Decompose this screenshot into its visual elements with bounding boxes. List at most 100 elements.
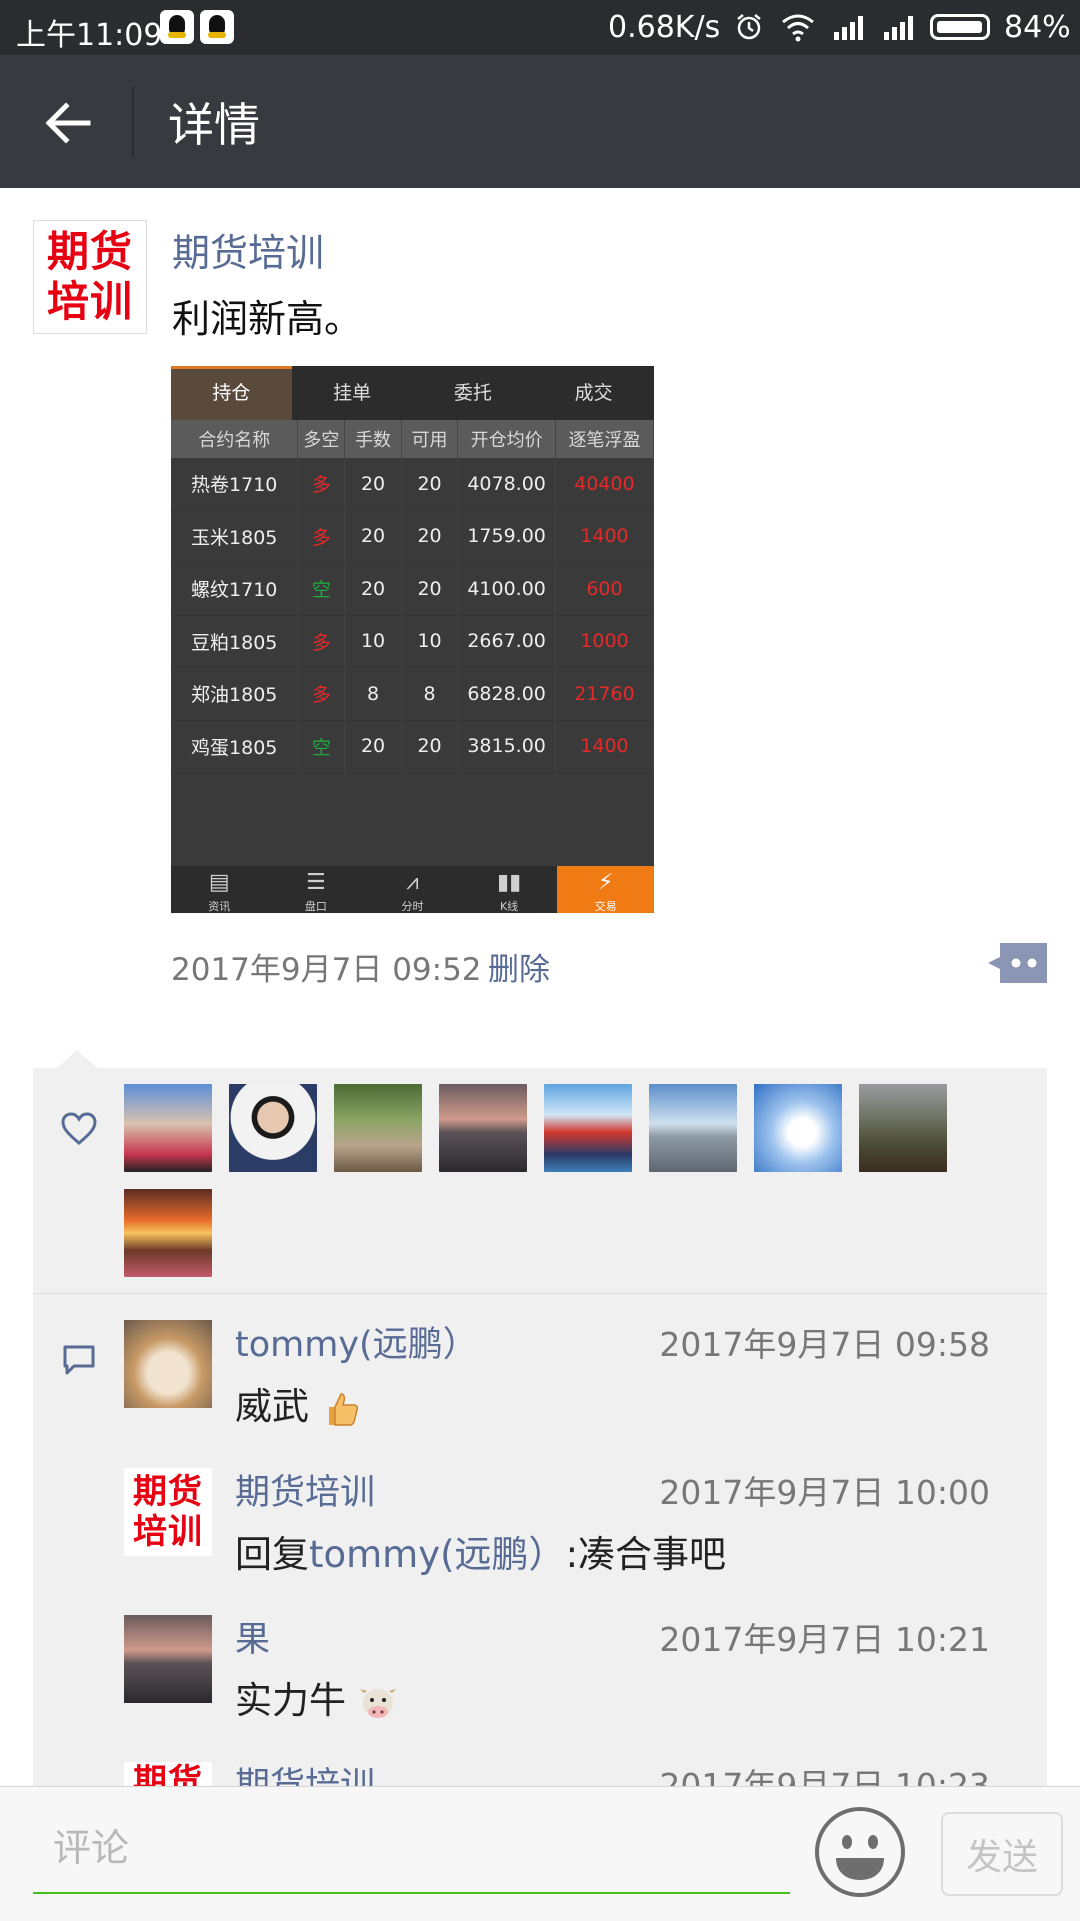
commenter-name[interactable]: 期货培训 bbox=[235, 1757, 375, 1786]
qq-icon bbox=[160, 10, 194, 44]
reply-to-name[interactable]: tommy(远鹏） bbox=[309, 1533, 566, 1576]
comment-text: 回复tommy(远鹏）:凑合事吧 bbox=[235, 1533, 727, 1576]
commenter-avatar[interactable] bbox=[124, 1320, 212, 1408]
position-qty: 8 bbox=[344, 667, 402, 721]
position-available: 20 bbox=[401, 562, 459, 616]
comment-time: 2017年9月7日 10:00 bbox=[659, 1473, 990, 1512]
position-available: 20 bbox=[401, 720, 459, 773]
cow-face-icon bbox=[359, 1688, 396, 1718]
image-tab: 委托 bbox=[453, 382, 492, 404]
position-direction: 多 bbox=[297, 615, 346, 668]
table-header-row: 合约名称 多空 手数 可用 开仓均价 逐笔浮盈 bbox=[171, 420, 654, 458]
position-qty: 20 bbox=[344, 510, 402, 563]
comment-text: 威武 bbox=[235, 1376, 361, 1430]
comment-time: 2017年9月7日 10:23 bbox=[659, 1766, 990, 1786]
image-tab: 成交 bbox=[574, 382, 613, 404]
floating-pnl: 600 bbox=[555, 562, 654, 616]
position-available: 20 bbox=[401, 510, 459, 563]
open-price: 3815.00 bbox=[457, 720, 556, 773]
liker-avatar[interactable] bbox=[649, 1084, 737, 1172]
post-author-name[interactable]: 期货培训 bbox=[172, 222, 324, 277]
commenter-avatar[interactable]: 期货 bbox=[124, 1762, 212, 1786]
signal-icon bbox=[834, 16, 863, 40]
position-row: 郑油1805 多 8 8 6828.00 21760 bbox=[171, 667, 654, 721]
open-price: 1759.00 bbox=[457, 510, 556, 563]
status-time: 上午11:09 bbox=[16, 18, 163, 53]
liker-avatar[interactable] bbox=[859, 1084, 947, 1172]
image-nav-item: ▮▮ K线 bbox=[461, 866, 558, 913]
position-qty: 10 bbox=[344, 615, 402, 668]
kline-icon: ▮▮ bbox=[496, 870, 522, 895]
contract-name: 豆粕1805 bbox=[171, 615, 299, 668]
contract-name: 螺纹1710 bbox=[171, 562, 299, 616]
liker-avatar[interactable] bbox=[754, 1084, 842, 1172]
commenter-name[interactable]: tommy(远鹏） bbox=[235, 1316, 478, 1367]
position-row: 豆粕1805 多 10 10 2667.00 1000 bbox=[171, 615, 654, 668]
floating-pnl: 1400 bbox=[555, 510, 654, 563]
timeshare-icon: ⩘ bbox=[406, 870, 419, 895]
open-price: 6828.00 bbox=[457, 667, 556, 721]
liker-avatar[interactable] bbox=[544, 1084, 632, 1172]
image-tab: 持仓 bbox=[171, 366, 292, 420]
position-row: 鸡蛋1805 空 20 20 3815.00 1400 bbox=[171, 720, 654, 773]
position-row: 螺纹1710 空 20 20 4100.00 600 bbox=[171, 562, 654, 616]
news-icon: ▤ bbox=[208, 870, 230, 895]
comment-text: 实力牛 bbox=[235, 1670, 398, 1724]
contract-name: 热卷1710 bbox=[171, 458, 299, 511]
contract-name: 郑油1805 bbox=[171, 667, 299, 721]
image-bottom-nav: ▤ 资讯 ☰ 盘口 ⩘ 分时 ▮▮ K线 ⚡ 交易 bbox=[171, 866, 654, 913]
comment-icon bbox=[63, 1345, 95, 1375]
image-nav-item: ▤ 资讯 bbox=[171, 866, 268, 913]
liker-avatar[interactable] bbox=[124, 1189, 212, 1277]
comment-menu-icon[interactable] bbox=[988, 943, 1047, 983]
table-body: 热卷1710 多 20 20 4078.00 40400 玉米1805 多 20 20 1759.0… bbox=[171, 458, 654, 773]
position-direction: 空 bbox=[297, 562, 346, 616]
post-text: 利润新高。 bbox=[172, 297, 363, 341]
comment-input[interactable] bbox=[33, 1804, 790, 1894]
arrow-left-icon[interactable] bbox=[40, 95, 96, 151]
commenter-avatar[interactable] bbox=[124, 1615, 212, 1703]
col-header: 多空 bbox=[297, 420, 346, 458]
send-button[interactable]: 发送 bbox=[941, 1812, 1063, 1896]
post-timestamp: 2017年9月7日 09:52 bbox=[171, 952, 482, 988]
heart-icon bbox=[61, 1112, 97, 1145]
emoji-icon[interactable] bbox=[814, 1806, 906, 1898]
image-tab: 挂单 bbox=[333, 382, 372, 404]
delete-link[interactable]: 删除 bbox=[488, 944, 550, 989]
floating-pnl: 21760 bbox=[555, 667, 654, 721]
col-header: 手数 bbox=[344, 420, 402, 458]
orderbook-icon: ☰ bbox=[306, 870, 326, 895]
contract-name: 玉米1805 bbox=[171, 510, 299, 563]
col-header: 可用 bbox=[401, 420, 459, 458]
status-bar: 上午11:09 0.68K/s 84% bbox=[0, 0, 1080, 55]
commenter-name[interactable]: 果 bbox=[235, 1611, 270, 1662]
liker-avatar[interactable] bbox=[334, 1084, 422, 1172]
lightning-icon: ⚡ bbox=[597, 870, 614, 895]
battery-percent: 84% bbox=[1004, 10, 1071, 45]
position-direction: 多 bbox=[297, 510, 346, 563]
alarm-icon bbox=[737, 14, 761, 40]
position-available: 10 bbox=[401, 615, 459, 668]
positions-table: 合约名称 多空 手数 可用 开仓均价 逐笔浮盈 热卷1710 多 20 20 4078.… bbox=[171, 420, 654, 773]
avatar-logo-line2: 培训 bbox=[46, 277, 133, 326]
position-direction: 空 bbox=[297, 720, 346, 773]
title-bar: 详情 bbox=[0, 55, 1080, 188]
liker-avatar[interactable] bbox=[229, 1084, 317, 1172]
liker-avatar[interactable] bbox=[439, 1084, 527, 1172]
floating-pnl: 40400 bbox=[555, 458, 654, 511]
title-divider bbox=[132, 87, 134, 157]
post-image[interactable]: 持仓 挂单 委托 成交 合约名称 多空 手数 可用 开仓均价 逐笔浮盈 热卷17… bbox=[171, 366, 654, 913]
commenter-name[interactable]: 期货培训 bbox=[235, 1464, 375, 1515]
post-author-avatar[interactable]: 期货 培训 bbox=[33, 220, 147, 334]
floating-pnl: 1400 bbox=[555, 720, 654, 773]
commenter-avatar[interactable]: 期货 培训 bbox=[124, 1468, 212, 1556]
position-qty: 20 bbox=[344, 458, 402, 511]
image-tabs: 持仓 挂单 委托 成交 bbox=[171, 366, 654, 420]
open-price: 2667.00 bbox=[457, 615, 556, 668]
thumbs-up-icon bbox=[328, 1392, 358, 1426]
wifi-icon bbox=[782, 14, 814, 42]
position-row: 热卷1710 多 20 20 4078.00 40400 bbox=[171, 458, 654, 511]
liker-avatar[interactable] bbox=[124, 1084, 212, 1172]
comment-time: 2017年9月7日 10:21 bbox=[659, 1620, 990, 1659]
comment-time: 2017年9月7日 09:58 bbox=[659, 1325, 990, 1364]
